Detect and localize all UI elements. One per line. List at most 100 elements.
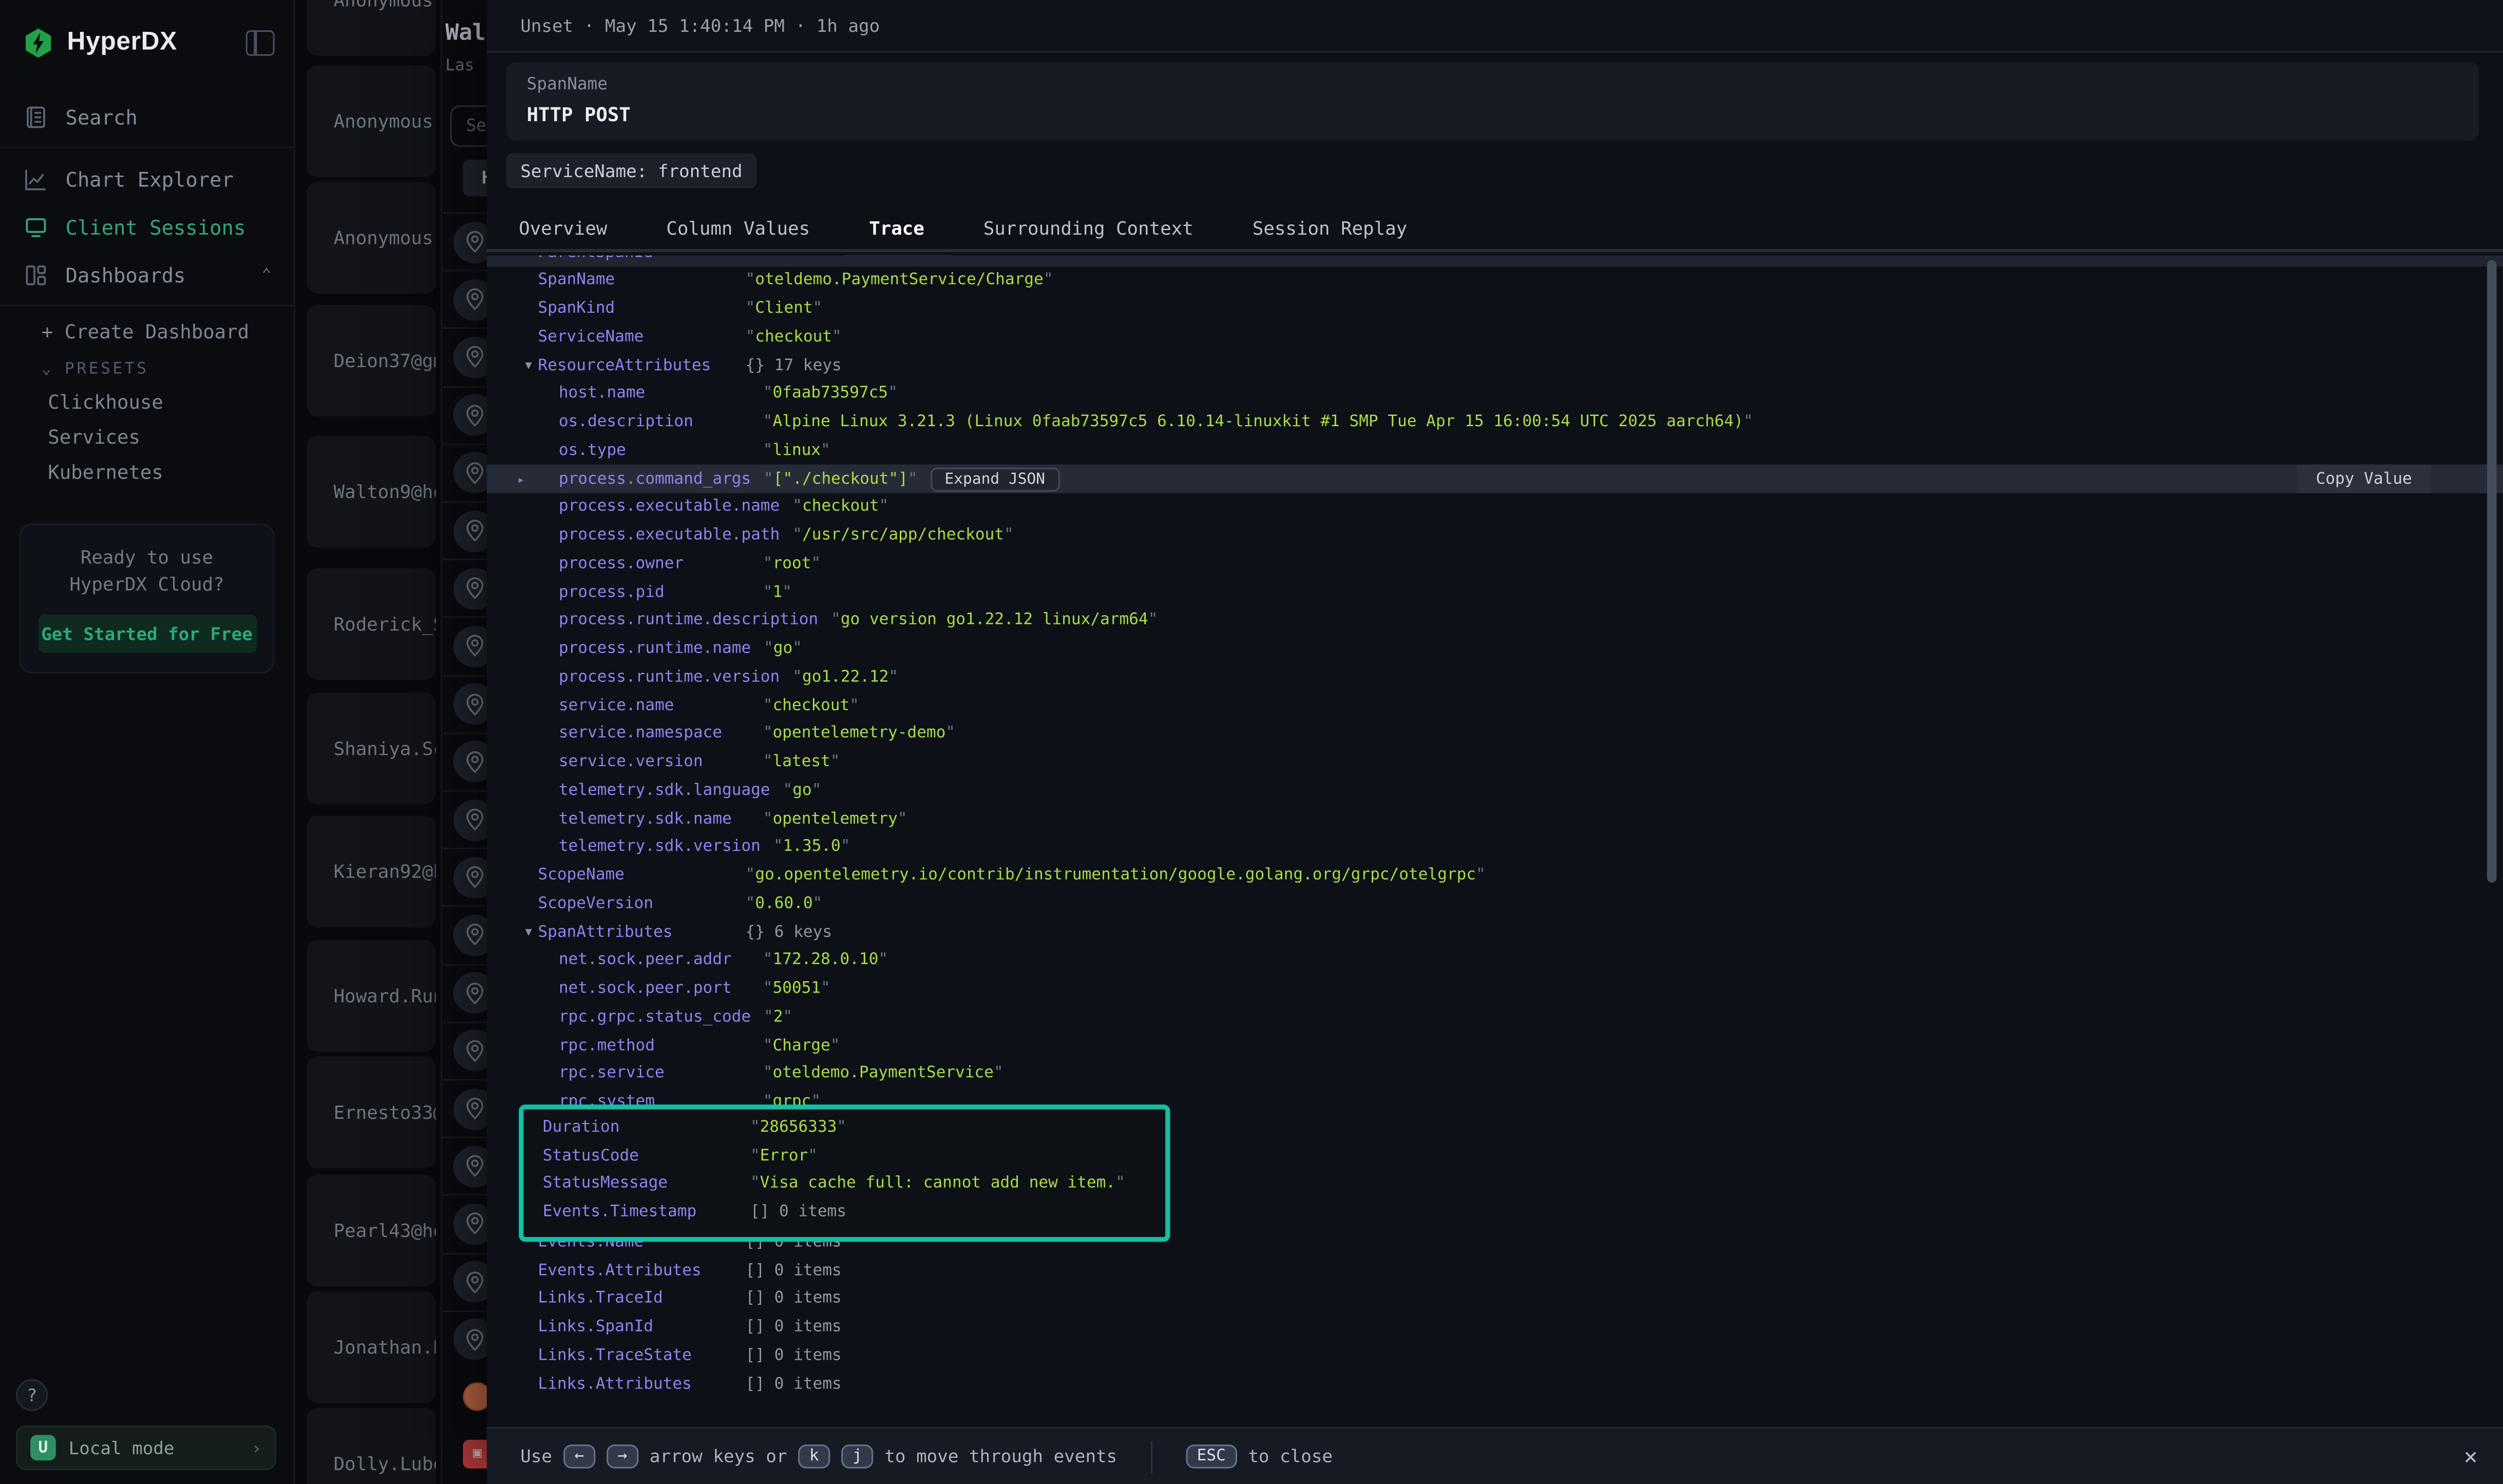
session-list-item[interactable]: Walton9@ho: [307, 436, 436, 548]
sidebar-item-client-sessions[interactable]: Client Sessions: [0, 203, 294, 251]
attr-row-process-pid[interactable]: process.pid"1": [487, 578, 2503, 606]
attr-row-resourceattributes[interactable]: ▼ResourceAttributes{} 17 keys: [487, 352, 2503, 380]
session-list-item[interactable]: Anonymous: [307, 182, 436, 294]
sidebar-item-dashboards[interactable]: Dashboards⌃: [0, 251, 294, 298]
close-icon[interactable]: ✕: [2464, 1444, 2477, 1470]
attr-row-rpc-service[interactable]: rpc.service"oteldemo.PaymentService": [487, 1060, 2503, 1088]
scrollbar[interactable]: [2487, 260, 2497, 1419]
attr-row-spanattributes[interactable]: ▼SpanAttributes{} 6 keys: [487, 918, 2503, 946]
tab-trace[interactable]: Trace: [869, 207, 924, 249]
session-event-row[interactable]: [442, 501, 487, 559]
session-event-row[interactable]: [442, 386, 487, 443]
attr-row-scopeversion[interactable]: ScopeVersion"0.60.0": [487, 890, 2503, 918]
session-event-row[interactable]: [442, 1079, 487, 1136]
session-event-row[interactable]: [442, 444, 487, 501]
attr-row-scopename[interactable]: ScopeName"go.opentelemetry.io/contrib/in…: [487, 862, 2503, 890]
clipped-attr-row[interactable]: ParentSpanId: [487, 255, 2503, 267]
attr-row-process-executable-name[interactable]: process.executable.name"checkout": [487, 493, 2503, 521]
attr-row-process-runtime-name[interactable]: process.runtime.name"go": [487, 635, 2503, 663]
help-button[interactable]: ?: [16, 1379, 48, 1411]
session-event-row[interactable]: [442, 848, 487, 905]
attr-row-host-name[interactable]: host.name"0faab73597c5": [487, 380, 2503, 408]
create-dashboard-button[interactable]: + Create Dashboard: [0, 313, 294, 351]
session-event-row[interactable]: [442, 790, 487, 848]
session-list-item[interactable]: Kieran92@h: [307, 815, 436, 927]
service-name-chip[interactable]: ServiceName: frontend: [506, 153, 756, 188]
attr-row-events-attributes[interactable]: Events.Attributes[] 0 items: [487, 1257, 2503, 1285]
session-list-item[interactable]: Jonathan.B: [307, 1291, 436, 1403]
session-event-row[interactable]: [442, 1021, 487, 1079]
session-list-item[interactable]: Dolly.Lubo: [307, 1408, 436, 1484]
session-list-item[interactable]: Howard.Run: [307, 940, 436, 1052]
session-event-row[interactable]: [442, 559, 487, 617]
attr-row-spanname[interactable]: SpanName"oteldemo.PaymentService/Charge": [487, 267, 2503, 295]
attr-row-service-name[interactable]: service.name"checkout": [487, 692, 2503, 720]
collapse-caret-icon[interactable]: ▼: [525, 359, 532, 372]
attr-row-telemetry-sdk-version[interactable]: telemetry.sdk.version"1.35.0": [487, 833, 2503, 862]
session-event-row[interactable]: [442, 675, 487, 732]
attr-row-telemetry-sdk-name[interactable]: telemetry.sdk.name"opentelemetry": [487, 805, 2503, 833]
collapse-caret-icon[interactable]: ▼: [525, 926, 532, 939]
attr-row-net-sock-peer-port[interactable]: net.sock.peer.port"50051": [487, 975, 2503, 1003]
session-list-item[interactable]: Roderick_S: [307, 568, 436, 680]
attr-row-links-attributes[interactable]: Links.Attributes[] 0 items: [487, 1370, 2503, 1398]
session-event-row[interactable]: [442, 963, 487, 1021]
attr-row-net-sock-peer-addr[interactable]: net.sock.peer.addr"172.28.0.10": [487, 946, 2503, 975]
attr-row-os-description[interactable]: os.description"Alpine Linux 3.21.3 (Linu…: [487, 408, 2503, 436]
attr-row-process-command-args[interactable]: ▸process.command_args"["./checkout"]"Exp…: [487, 465, 2503, 493]
copy-value-button[interactable]: Copy Value: [2297, 465, 2431, 493]
tab-surrounding-context[interactable]: Surrounding Context: [983, 207, 1193, 249]
session-event-row[interactable]: [442, 328, 487, 385]
get-started-button[interactable]: Get Started for Free: [37, 615, 256, 653]
session-event-row[interactable]: [442, 1310, 487, 1367]
attr-row-process-runtime-version[interactable]: process.runtime.version"go1.22.12": [487, 663, 2503, 692]
attr-row-spankind[interactable]: SpanKind"Client": [487, 295, 2503, 323]
preset-item-clickhouse[interactable]: Clickhouse: [0, 385, 294, 420]
filter-chip[interactable]: H: [463, 160, 487, 196]
session-event-row[interactable]: [442, 617, 487, 674]
collapse-sidebar-icon[interactable]: [246, 30, 275, 56]
search-input[interactable]: Sea: [450, 105, 487, 147]
sidebar-item-search[interactable]: Search: [0, 92, 294, 140]
session-event-row[interactable]: [442, 732, 487, 790]
sidebar-item-chart-explorer[interactable]: Chart Explorer: [0, 155, 294, 203]
attr-row-service-version[interactable]: service.version"latest": [487, 748, 2503, 776]
attr-row-process-owner[interactable]: process.owner"root": [487, 550, 2503, 578]
session-event-row[interactable]: [442, 1137, 487, 1194]
attr-row-process-executable-path[interactable]: process.executable.path"/usr/src/app/che…: [487, 522, 2503, 550]
attr-row-os-type[interactable]: os.type"linux": [487, 436, 2503, 465]
attr-row-process-runtime-description[interactable]: process.runtime.description"go version g…: [487, 606, 2503, 635]
session-list-item[interactable]: Pearl43@ho: [307, 1175, 436, 1287]
attr-row-links-spanid[interactable]: Links.SpanId[] 0 items: [487, 1313, 2503, 1341]
tab-session-replay[interactable]: Session Replay: [1253, 207, 1407, 249]
attr-row-events-timestamp[interactable]: Events.Timestamp[] 0 items: [524, 1198, 1166, 1227]
attr-row-telemetry-sdk-language[interactable]: telemetry.sdk.language"go": [487, 776, 2503, 805]
attr-row-rpc-grpc-status-code[interactable]: rpc.grpc.status_code"2": [487, 1003, 2503, 1032]
attr-row-links-tracestate[interactable]: Links.TraceState[] 0 items: [487, 1342, 2503, 1370]
session-list-item[interactable]: Anonymous: [307, 0, 436, 56]
attr-row-statusmessage[interactable]: StatusMessage"Visa cache full: cannot ad…: [524, 1170, 1166, 1198]
session-list-item[interactable]: Ernesto33@: [307, 1057, 436, 1169]
attr-row-servicename[interactable]: ServiceName"checkout": [487, 323, 2503, 351]
trace-attributes-scrollarea[interactable]: ParentSpanId SpanName"oteldemo.PaymentSe…: [487, 255, 2503, 1425]
session-event-row[interactable]: [442, 1252, 487, 1310]
tab-column-values[interactable]: Column Values: [666, 207, 810, 249]
session-list-item[interactable]: Anonymous: [307, 65, 436, 177]
attr-row-duration[interactable]: Duration"28656333": [524, 1113, 1166, 1141]
session-event-row[interactable]: [442, 906, 487, 963]
session-event-row[interactable]: [442, 1194, 487, 1252]
scrollbar-thumb[interactable]: [2487, 260, 2497, 883]
session-list-item[interactable]: Shaniya.Sc: [307, 693, 436, 805]
presets-group[interactable]: ⌄PRESETS: [0, 351, 294, 385]
attr-row-links-traceid[interactable]: Links.TraceId[] 0 items: [487, 1285, 2503, 1313]
session-event-row[interactable]: [442, 212, 487, 270]
local-mode-button[interactable]: U Local mode ›: [16, 1425, 276, 1470]
attr-row-rpc-method[interactable]: rpc.method"Charge": [487, 1032, 2503, 1060]
session-event-row[interactable]: [442, 270, 487, 328]
session-list-item[interactable]: Deion37@gm: [307, 305, 436, 417]
expand-json-button[interactable]: Expand JSON: [931, 467, 1060, 491]
tab-overview[interactable]: Overview: [519, 207, 607, 249]
preset-item-services[interactable]: Services: [0, 420, 294, 455]
preset-item-kubernetes[interactable]: Kubernetes: [0, 455, 294, 490]
attr-row-service-namespace[interactable]: service.namespace"opentelemetry-demo": [487, 720, 2503, 748]
